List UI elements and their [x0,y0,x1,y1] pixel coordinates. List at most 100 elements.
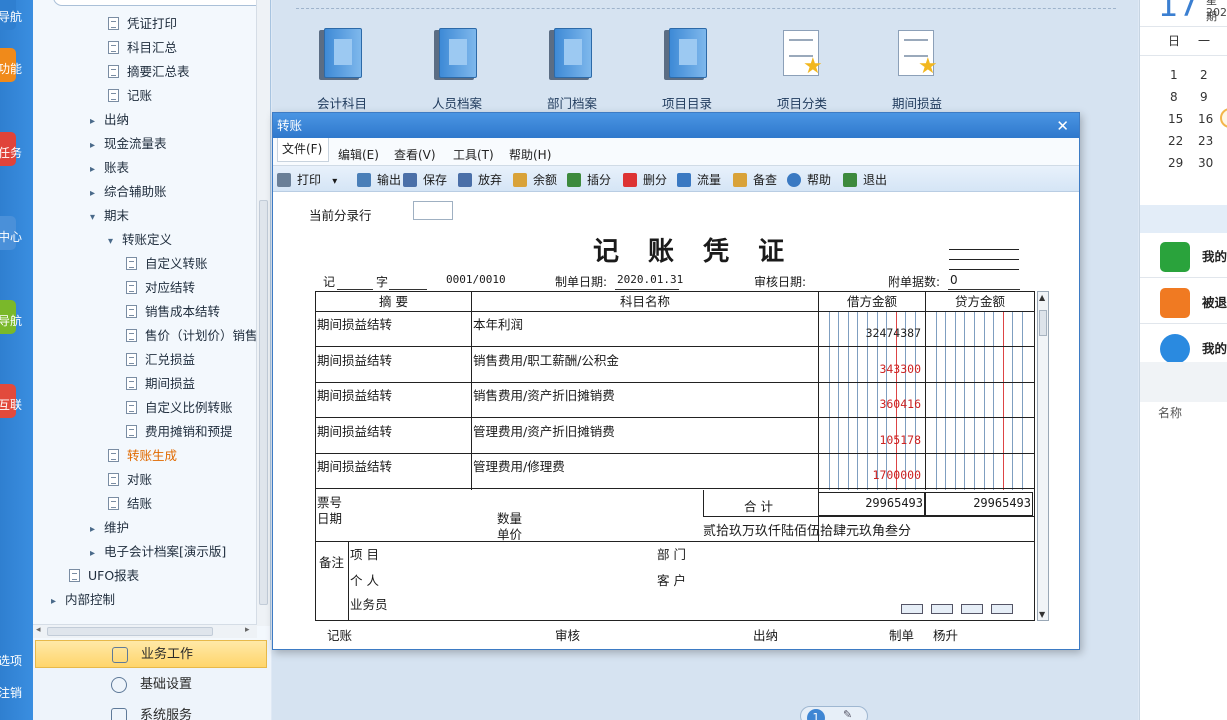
calendar-day-cell[interactable]: 29 [1168,156,1183,170]
tree-item[interactable]: ▸ 账表 [90,158,129,178]
tree-item[interactable]: ▸ 电子会计档案[演示版] [90,542,226,562]
task-item[interactable]: 被退 [1140,280,1227,324]
tree-item[interactable]: UFO报表 [69,566,139,586]
scroll-thumb[interactable] [1039,310,1047,336]
tree-item[interactable]: 记账 [108,86,152,106]
toolbar-exit-button[interactable]: 退出 [843,171,887,188]
edit-icon[interactable]: ✎ [843,708,852,720]
tree-item[interactable]: 汇兑损益 [126,350,195,370]
close-icon[interactable]: ✕ [1056,114,1069,139]
toolbar-save-button[interactable]: 保存 [403,171,447,188]
tree-item[interactable]: 结账 [108,494,152,514]
tree-item[interactable]: 摘要汇总表 [108,62,190,82]
dialog-titlebar[interactable]: 转账 ✕ [273,113,1079,138]
entry-account[interactable]: 销售费用/职工薪酬/公积金 [473,350,619,369]
calendar-day-cell[interactable]: 30 [1198,156,1213,170]
tree-item[interactable]: ▸ 内部控制 [51,590,115,610]
tree-item[interactable]: 对应结转 [126,278,195,298]
chevron-right-icon[interactable]: ▸ [90,544,104,564]
toolbar-memo-button[interactable]: 备查 [733,171,777,188]
entry-summary[interactable]: 期间损益结转 [317,314,392,333]
calendar-day-cell[interactable]: 2 [1200,68,1208,82]
shortcut-2[interactable]: 人员档案 [417,28,497,112]
tree-item[interactable]: 销售成本结转 [126,302,220,322]
shortcut-3[interactable]: 部门档案 [532,28,612,112]
tree-item[interactable]: ▸ 出纳 [90,110,129,130]
chevron-right-icon[interactable]: ▸ [90,160,104,180]
entry-summary[interactable]: 期间损益结转 [317,385,392,404]
toolbar-delete-button[interactable]: 删分 [623,171,667,188]
menu-view[interactable]: 查看(V) [394,146,436,163]
calendar-day-cell[interactable]: 22 [1168,134,1183,148]
tree-item[interactable]: 转账生成 [108,446,177,466]
entry-debit[interactable]: 32474387 [866,326,921,340]
tree-item[interactable]: 凭证打印 [108,14,177,34]
tree-item[interactable]: ▸ 综合辅助账 [90,182,167,202]
tree-vertical-scrollbar[interactable] [256,0,270,626]
menu-file[interactable]: 文件(F) [277,138,330,162]
entry-account[interactable]: 销售费用/资产折旧摊销费 [473,385,615,404]
search-input[interactable] [53,0,270,6]
voucher-entry-row[interactable]: 期间损益结转 销售费用/资产折旧摊销费 360416 [316,383,1034,419]
scroll-left-icon[interactable]: ◂ [36,625,41,635]
task-item[interactable]: 我的 [1140,234,1227,278]
scroll-thumb[interactable] [47,627,213,636]
shortcut-5[interactable]: ★ 项目分类 [762,28,842,112]
tree-item[interactable]: 售价（计划价）销售 [126,326,258,346]
voucher-number[interactable]: 0001/0010 [446,273,506,286]
expand-icon[interactable] [991,604,1013,614]
search-card-icon[interactable] [931,604,953,614]
tree-item[interactable]: 期间损益 [126,374,195,394]
scroll-thumb[interactable] [259,200,268,605]
shortcut-1[interactable]: 会计科目 [302,28,382,112]
toolbar-flow-button[interactable]: 流量 [677,171,721,188]
tree-item[interactable]: ▸ 维护 [90,518,129,538]
chevron-right-icon[interactable]: ▸ [90,184,104,204]
scroll-down-icon[interactable]: ▼ [1039,610,1045,619]
entry-summary[interactable]: 期间损益结转 [317,456,392,475]
tree-item[interactable]: ▾ 转账定义 [108,230,172,250]
chevron-right-icon[interactable]: ▸ [90,520,104,540]
entry-summary[interactable]: 期间损益结转 [317,421,392,440]
menu-tools[interactable]: 工具(T) [453,146,494,163]
calendar-day-cell[interactable]: 9 [1200,90,1208,104]
toolbar-balance-button[interactable]: 余额 [513,171,557,188]
entry-debit[interactable]: 105178 [879,433,921,447]
entry-account[interactable]: 管理费用/修理费 [473,456,565,475]
calendar-day-cell[interactable]: 15 [1168,112,1183,126]
shortcut-4[interactable]: 项目目录 [647,28,727,112]
entry-debit[interactable]: 1700000 [873,468,921,482]
voucher-entry-row[interactable]: 期间损益结转 本年利润 32474387 [316,312,1034,347]
nav-business-work[interactable]: 业务工作 [35,640,267,668]
toolbar-printer-button[interactable]: 打印 ▾ [277,171,337,188]
chevron-down-icon[interactable]: ▾ [329,176,337,187]
voucher-entry-row[interactable]: 期间损益结转 销售费用/职工薪酬/公积金 343300 [316,348,1034,383]
scroll-up-icon[interactable]: ▲ [1039,293,1045,302]
voucher-type[interactable]: 记 [323,273,335,290]
voucher-entry-row[interactable]: 期间损益结转 管理费用/修理费 1700000 [316,454,1034,490]
voucher-entry-row[interactable]: 期间损益结转 管理费用/资产折旧摊销费 105178 [316,419,1034,454]
chevron-right-icon[interactable]: ▸ [90,136,104,156]
entry-account[interactable]: 管理费用/资产折旧摊销费 [473,421,615,440]
menu-edit[interactable]: 编辑(E) [338,146,379,163]
calendar-day-cell[interactable]: 23 [1198,134,1213,148]
nav-basic-settings[interactable]: 基础设置 [35,671,267,699]
entry-summary[interactable]: 期间损益结转 [317,350,392,369]
nav-system-service[interactable]: 系统服务 [35,702,267,720]
toolbar-insert-button[interactable]: 插分 [567,171,611,188]
page-number[interactable]: 1 [807,709,825,720]
calendar-day-cell[interactable]: 1 [1170,68,1178,82]
calendar-day-cell[interactable]: 8 [1170,90,1178,104]
toolbar-export-button[interactable]: 输出 [357,171,401,188]
voucher-date[interactable]: 2020.01.31 [617,273,683,286]
tree-item[interactable]: 自定义比例转账 [126,398,233,418]
tool-icon[interactable] [961,604,983,614]
tree-item[interactable]: 对账 [108,470,152,490]
tree-item[interactable]: ▸ 现金流量表 [90,134,167,154]
chevron-right-icon[interactable]: ▸ [51,592,65,612]
chevron-right-icon[interactable]: ▸ [90,112,104,132]
calendar-day-cell[interactable]: 16 [1198,112,1213,126]
menu-help[interactable]: 帮助(H) [509,146,551,163]
tree-item[interactable]: 科目汇总 [108,38,177,58]
voucher-scrollbar[interactable]: ▲ ▼ [1037,291,1049,621]
